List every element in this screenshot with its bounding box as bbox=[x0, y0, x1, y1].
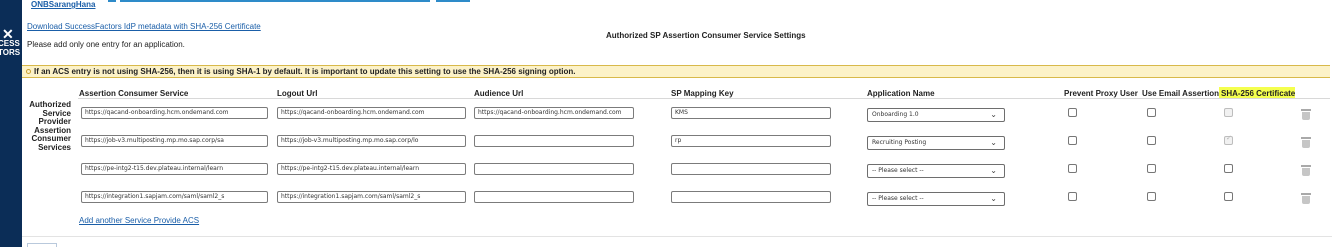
bottom-divider bbox=[22, 236, 1332, 237]
chevron-down-icon: ⌄ bbox=[990, 194, 997, 203]
col-header-acs: Assertion Consumer Service bbox=[79, 89, 189, 98]
email-assertion-checkbox[interactable] bbox=[1147, 108, 1156, 117]
audience-url-input[interactable] bbox=[474, 163, 634, 175]
brand-text-2: TORS bbox=[0, 48, 21, 57]
prevent-proxy-checkbox[interactable] bbox=[1068, 164, 1077, 173]
sha256-checkbox[interactable] bbox=[1224, 164, 1233, 173]
trash-icon[interactable] bbox=[1301, 165, 1311, 176]
app-sidebar: ✕ CESS TORS bbox=[0, 0, 22, 247]
prevent-proxy-checkbox[interactable] bbox=[1068, 192, 1077, 201]
chevron-down-icon: ⌄ bbox=[990, 110, 997, 119]
email-assertion-checkbox[interactable] bbox=[1147, 192, 1156, 201]
audience-url-input[interactable]: https://qacand-onboarding.hcm.ondemand.c… bbox=[474, 107, 634, 119]
logout-url-input[interactable]: https://job-v3.multiposting.mp.mo.sap.co… bbox=[277, 135, 466, 147]
sha256-checkbox[interactable] bbox=[1224, 192, 1233, 201]
logout-url-input[interactable]: https://integration1.sapjam.com/saml/sam… bbox=[277, 191, 466, 203]
chevron-down-icon: ⌄ bbox=[990, 166, 997, 175]
application-select[interactable]: -- Please select -- ⌄ bbox=[867, 164, 1005, 178]
sp-mapping-key-input[interactable]: KMS bbox=[671, 107, 831, 119]
col-header-sha256: SHA-256 Certificate bbox=[1221, 89, 1296, 98]
logout-url-input[interactable]: https://qacand-onboarding.hcm.ondemand.c… bbox=[277, 107, 466, 119]
sp-mapping-key-input[interactable] bbox=[671, 163, 831, 175]
acs-url-input[interactable]: https://qacand-onboarding.hcm.ondemand.c… bbox=[81, 107, 268, 119]
instruction-text: Please add only one entry for an applica… bbox=[27, 40, 185, 49]
email-assertion-checkbox[interactable] bbox=[1147, 164, 1156, 173]
sha256-checkbox[interactable] bbox=[1224, 108, 1233, 117]
chevron-down-icon: ⌄ bbox=[990, 138, 997, 147]
audience-url-input[interactable] bbox=[474, 135, 634, 147]
bottom-tab-stub bbox=[27, 243, 57, 247]
banner-text: If an ACS entry is not using SHA-256, th… bbox=[34, 67, 576, 76]
trash-icon[interactable] bbox=[1301, 109, 1311, 120]
logo-mark-icon: ✕ bbox=[2, 26, 14, 42]
top-tab-strip bbox=[108, 0, 470, 3]
application-select[interactable]: Onboarding 1.0 ⌄ bbox=[867, 108, 1005, 122]
warning-icon bbox=[26, 69, 31, 74]
col-header-prevent-proxy: Prevent Proxy User bbox=[1064, 89, 1138, 98]
sp-mapping-key-input[interactable]: rp bbox=[671, 135, 831, 147]
col-header-audience: Audience Url bbox=[474, 89, 524, 98]
section-title: Authorized Service Provider Assertion Co… bbox=[29, 100, 71, 152]
sha256-checkbox[interactable] bbox=[1224, 134, 1233, 145]
application-select[interactable]: -- Please select -- ⌄ bbox=[867, 192, 1005, 206]
col-header-application: Application Name bbox=[867, 89, 935, 98]
add-acs-link[interactable]: Add another Service Provide ACS bbox=[79, 216, 199, 225]
acs-url-input[interactable]: https://pe-intg2-t15.dev.plateau.interna… bbox=[81, 163, 268, 175]
email-assertion-checkbox[interactable] bbox=[1147, 136, 1156, 145]
brand-text-1: CESS bbox=[0, 39, 20, 48]
settings-heading: Authorized SP Assertion Consumer Service… bbox=[606, 31, 806, 40]
col-header-logout: Logout Url bbox=[277, 89, 318, 98]
trash-icon[interactable] bbox=[1301, 193, 1311, 204]
prevent-proxy-checkbox[interactable] bbox=[1068, 136, 1077, 145]
brand-logo: ✕ CESS TORS bbox=[0, 26, 22, 57]
header-divider bbox=[78, 98, 1330, 99]
sp-mapping-key-input[interactable] bbox=[671, 191, 831, 203]
org-link[interactable]: ONBSarangHana bbox=[31, 0, 95, 9]
col-header-email-assertion: Use Email Assertion bbox=[1142, 89, 1220, 98]
application-select[interactable]: Recruiting Posting ⌄ bbox=[867, 136, 1005, 150]
logout-url-input[interactable]: https://pe-intg2-t15.dev.plateau.interna… bbox=[277, 163, 466, 175]
download-metadata-link[interactable]: Download SuccessFactors IdP metadata wit… bbox=[27, 22, 261, 31]
sha-warning-banner: If an ACS entry is not using SHA-256, th… bbox=[22, 65, 1330, 78]
trash-icon[interactable] bbox=[1301, 137, 1311, 148]
acs-url-input[interactable]: https://job-v3.multiposting.mp.mo.sap.co… bbox=[81, 135, 268, 147]
col-header-sp-mapping: SP Mapping Key bbox=[671, 89, 734, 98]
acs-url-input[interactable]: https://integration1.sapjam.com/saml/sam… bbox=[81, 191, 268, 203]
prevent-proxy-checkbox[interactable] bbox=[1068, 108, 1077, 117]
audience-url-input[interactable] bbox=[474, 191, 634, 203]
